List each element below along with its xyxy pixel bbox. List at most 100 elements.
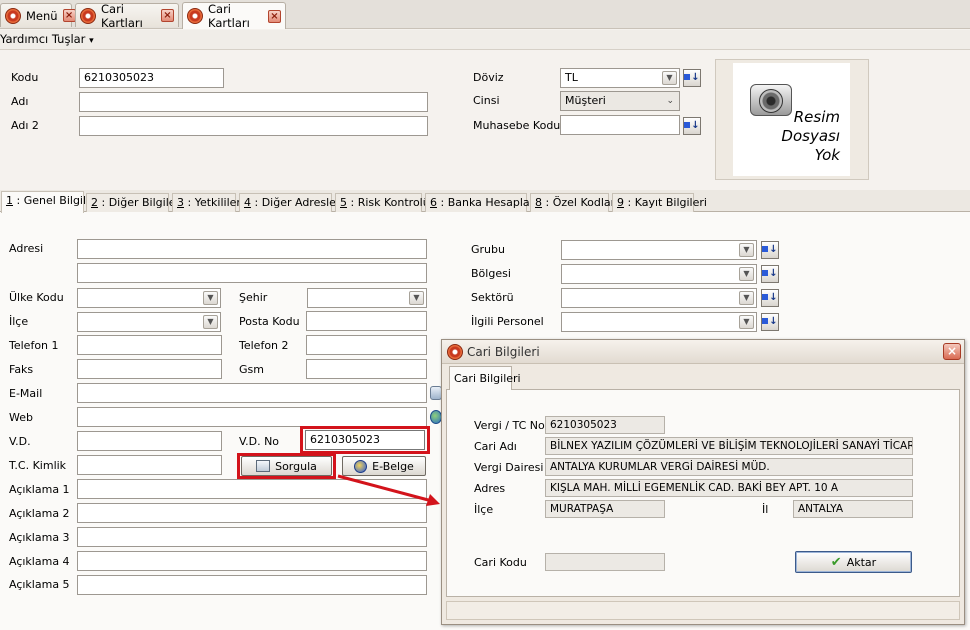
tab-genel-bilgiler[interactable]: 1 : Genel Bilgiler (1, 191, 97, 213)
tc-kimlik-label: T.C. Kimlik (9, 459, 67, 472)
vergi-dairesi-label: Vergi Dairesi (474, 461, 544, 474)
menu-bar (0, 30, 970, 50)
doviz-value: TL (565, 71, 578, 84)
doviz-pick-button[interactable]: ↓ (683, 69, 701, 87)
adres-label: Adres (474, 482, 506, 495)
chevron-down-icon[interactable]: ▼ (739, 291, 754, 305)
kodu-input[interactable]: 6210305023 (79, 68, 224, 88)
adi2-input[interactable] (79, 116, 428, 136)
chevron-down-icon: ▾ (89, 36, 94, 46)
posta-kodu-label: Posta Kodu (239, 315, 300, 328)
dialog-ilce-label: İlçe (474, 503, 494, 516)
tc-kimlik-input[interactable] (77, 455, 222, 475)
aciklama5-input[interactable] (77, 575, 427, 595)
ulke-kodu-select[interactable]: ▼ (77, 288, 221, 308)
sektoru-select[interactable]: ▼ (561, 288, 757, 308)
doviz-label: Döviz (473, 71, 504, 84)
telefon2-input[interactable] (306, 335, 427, 355)
chevron-down-icon[interactable]: ▼ (409, 291, 424, 305)
aciklama3-label: Açıklama 3 (9, 531, 70, 544)
tab-risk-kontrolu[interactable]: 5 : Risk Kontrolü (335, 193, 430, 212)
app-logo-icon (187, 8, 203, 24)
email-input[interactable] (77, 383, 427, 403)
photo-text-line: Yok (814, 146, 840, 164)
tab-yetkililer[interactable]: 3 : Yetkililer (172, 193, 241, 212)
sehir-select[interactable]: ▼ (307, 288, 427, 308)
muhasebe-pick-button[interactable]: ↓ (683, 117, 701, 135)
ulke-kodu-label: Ülke Kodu (9, 291, 64, 304)
cinsi-select[interactable]: Müşteri ⌄ (560, 91, 680, 111)
bolgesi-pick-button[interactable]: ↓ (761, 265, 779, 283)
chevron-down-icon[interactable]: ⌄ (666, 94, 674, 108)
adres-line2-input[interactable] (77, 263, 427, 283)
sorgula-button[interactable]: Sorgula (241, 456, 332, 476)
aciklama2-label: Açıklama 2 (9, 507, 70, 520)
cari-adi-value: BİLNEX YAZILIM ÇÖZÜMLERİ VE BİLİŞİM TEKN… (545, 437, 913, 455)
chevron-down-icon[interactable]: ▼ (203, 315, 218, 329)
close-icon[interactable]: × (62, 9, 76, 22)
vd-no-input[interactable]: 6210305023 (305, 430, 425, 450)
cari-kodu-input[interactable] (545, 553, 665, 571)
email-label: E-Mail (9, 387, 43, 400)
cari-adi-label: Cari Adı (474, 440, 517, 453)
tab-diger-adresler[interactable]: 4 : Diğer Adresler (239, 193, 340, 212)
vd-label: V.D. (9, 435, 31, 448)
tab-cari-bilgileri[interactable]: Cari Bilgileri (449, 366, 521, 390)
posta-kodu-input[interactable] (306, 311, 427, 331)
dialog-il-value: ANTALYA (793, 500, 913, 518)
close-icon[interactable]: × (161, 9, 174, 22)
grubu-select[interactable]: ▼ (561, 240, 757, 260)
photo-text-line: Resim (793, 108, 840, 126)
aciklama4-label: Açıklama 4 (9, 555, 70, 568)
bolgesi-label: Bölgesi (471, 267, 511, 280)
tab-ozel-kodlar[interactable]: 8 : Özel Kodlar (530, 193, 615, 212)
annotation-arrow (337, 474, 440, 506)
tab-kayit-bilgileri[interactable]: 9 : Kayıt Bilgileri (612, 193, 707, 212)
telefon1-input[interactable] (77, 335, 222, 355)
tab-banka-hesaplari[interactable]: 6 : Banka Hesapları (425, 193, 537, 212)
gsm-input[interactable] (306, 359, 427, 379)
close-icon[interactable]: × (268, 9, 281, 23)
tab-hotkey: 8 (535, 196, 542, 209)
web-input[interactable] (77, 407, 427, 427)
tab-label: Cari Kartları (208, 2, 250, 30)
tab-label: : Kayıt Bilgileri (624, 196, 707, 209)
tab-cari-kartlari-2[interactable]: Cari Kartları × (182, 2, 286, 30)
dialog-il-label: İl (762, 503, 769, 516)
aciklama3-input[interactable] (77, 527, 427, 547)
aktar-button[interactable]: ✔ Aktar (795, 551, 912, 573)
chevron-down-icon[interactable]: ▼ (739, 267, 754, 281)
ilce-select[interactable]: ▼ (77, 312, 221, 332)
adi-input[interactable] (79, 92, 428, 112)
tab-hotkey: 2 (91, 196, 98, 209)
muhasebe-kodu-input[interactable] (560, 115, 680, 135)
muhasebe-kodu-label: Muhasebe Kodu (473, 119, 561, 132)
chevron-down-icon[interactable]: ▼ (662, 71, 677, 85)
chevron-down-icon[interactable]: ▼ (739, 315, 754, 329)
dialog-title-bar[interactable]: Cari Bilgileri (442, 340, 964, 364)
ilgili-personel-select[interactable]: ▼ (561, 312, 757, 332)
tab-hotkey: 5 (340, 196, 347, 209)
chevron-down-icon[interactable]: ▼ (203, 291, 218, 305)
ilgili-personel-pick-button[interactable]: ↓ (761, 313, 779, 331)
sehir-label: Şehir (239, 291, 268, 304)
adres-line1-input[interactable] (77, 239, 427, 259)
tab-label: : Risk Kontrolü (347, 196, 430, 209)
vergi-no-value: 6210305023 (545, 416, 665, 434)
menu-label: Yardımcı Tuşlar (0, 32, 86, 46)
grubu-pick-button[interactable]: ↓ (761, 241, 779, 259)
sektoru-pick-button[interactable]: ↓ (761, 289, 779, 307)
chevron-down-icon[interactable]: ▼ (739, 243, 754, 257)
aciklama1-label: Açıklama 1 (9, 483, 70, 496)
faks-input[interactable] (77, 359, 222, 379)
vd-input[interactable] (77, 431, 222, 451)
aciklama4-input[interactable] (77, 551, 427, 571)
tab-menu[interactable]: Menü × (0, 3, 76, 27)
bolgesi-select[interactable]: ▼ (561, 264, 757, 284)
tab-cari-kartlari-1[interactable]: Cari Kartları × (75, 2, 179, 30)
tab-diger-bilgiler[interactable]: 2 : Diğer Bilgiler (86, 193, 180, 212)
yardimci-tuslar-menu[interactable]: Yardımcı Tuşlar ▾ (0, 32, 94, 46)
doviz-select[interactable]: TL ▼ (560, 68, 680, 88)
tab-hotkey: 3 (177, 196, 184, 209)
close-icon[interactable]: × (943, 343, 961, 360)
